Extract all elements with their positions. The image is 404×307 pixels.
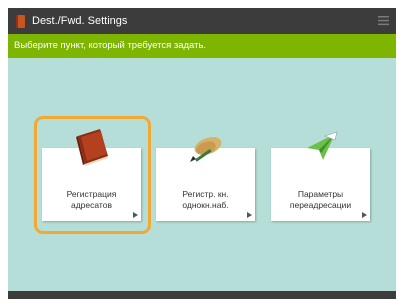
bottom-bar [8, 291, 396, 299]
address-book-icon [75, 129, 108, 166]
title-bar: Dest./Fwd. Settings [8, 8, 396, 34]
tile-label-line1: Регистрация [66, 189, 117, 199]
tile-label-line1: Параметры [297, 189, 344, 199]
menu-icon[interactable] [377, 14, 390, 27]
page-title: Dest./Fwd. Settings [32, 15, 128, 27]
tile-label-line2: однокн.наб. [182, 200, 229, 210]
tile-area: Регистрация адресатов Регистр. кн. однок… [8, 58, 396, 299]
tile-label-line1: Регистр. кн. [182, 189, 229, 199]
one-touch-pen-icon [189, 137, 221, 162]
tile-label-line2: адресатов [71, 200, 112, 210]
forwarding-settings-tile[interactable]: Параметры переадресации [271, 131, 370, 221]
forward-paper-plane-icon [306, 131, 337, 160]
register-destinations-tile[interactable]: Регистрация адресатов [42, 129, 141, 221]
arrow-right-icon [247, 212, 252, 218]
instruction-bar: Выберите пункт, который требуется задать… [8, 34, 396, 58]
arrow-right-icon [133, 212, 138, 218]
register-one-touch-tile[interactable]: Регистр. кн. однокн.наб. [156, 137, 255, 221]
arrow-right-icon [362, 212, 367, 218]
settings-screen: Dest./Fwd. Settings Выберите пункт, кото… [8, 8, 396, 299]
tile-label-line2: переадресации [289, 200, 352, 210]
book-icon [16, 15, 25, 28]
